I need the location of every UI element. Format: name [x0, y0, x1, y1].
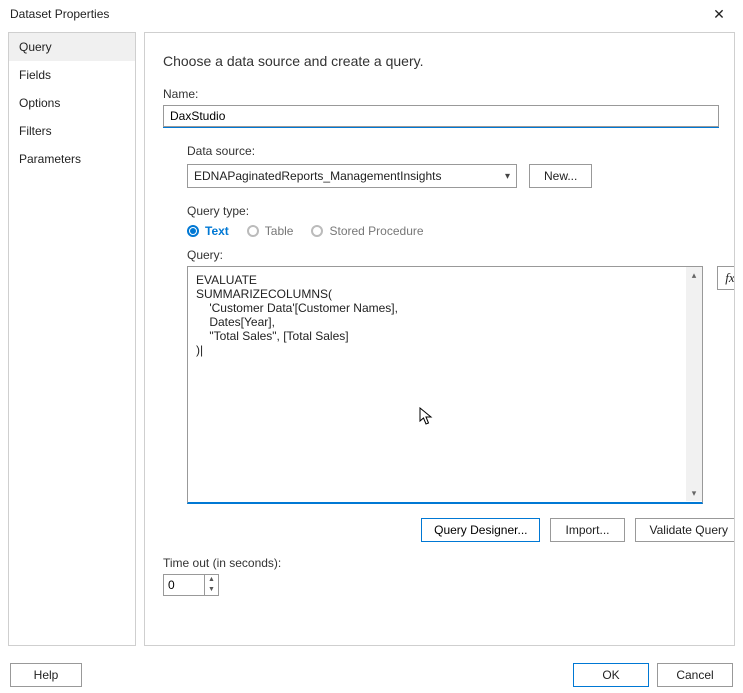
query-type-table-radio[interactable]: Table — [247, 224, 294, 238]
data-source-select[interactable]: EDNAPaginatedReports_ManagementInsights … — [187, 164, 517, 188]
scroll-up-icon[interactable]: ▴ — [686, 267, 702, 283]
radio-label: Text — [205, 224, 229, 238]
query-textarea[interactable]: EVALUATE SUMMARIZECOLUMNS( 'Customer Dat… — [187, 266, 703, 504]
radio-label: Table — [265, 224, 294, 238]
name-label: Name: — [163, 87, 716, 101]
close-icon[interactable]: ✕ — [703, 0, 735, 28]
cancel-button[interactable]: Cancel — [657, 663, 733, 687]
main-panel: Choose a data source and create a query.… — [144, 32, 735, 646]
vertical-scrollbar[interactable]: ▴ ▾ — [686, 267, 702, 501]
sidebar-item-query[interactable]: Query — [9, 33, 135, 61]
scroll-down-icon[interactable]: ▾ — [686, 485, 702, 501]
radio-icon — [187, 225, 199, 237]
timeout-down-icon[interactable]: ▼ — [205, 585, 218, 595]
panel-heading: Choose a data source and create a query. — [163, 53, 716, 69]
data-source-selected-text: EDNAPaginatedReports_ManagementInsights — [194, 169, 441, 183]
chevron-down-icon: ▾ — [505, 171, 510, 182]
query-type-label: Query type: — [187, 204, 716, 218]
sidebar-item-fields[interactable]: Fields — [9, 61, 135, 89]
query-type-radio-group: Text Table Stored Procedure — [187, 224, 716, 238]
sidebar-item-filters[interactable]: Filters — [9, 117, 135, 145]
sidebar-item-parameters[interactable]: Parameters — [9, 145, 135, 173]
sidebar: Query Fields Options Filters Parameters — [8, 32, 136, 646]
radio-label: Stored Procedure — [329, 224, 423, 238]
query-label: Query: — [187, 248, 716, 262]
radio-icon — [311, 225, 323, 237]
radio-icon — [247, 225, 259, 237]
validate-query-button[interactable]: Validate Query — [635, 518, 736, 542]
query-type-text-radio[interactable]: Text — [187, 224, 229, 238]
sidebar-item-options[interactable]: Options — [9, 89, 135, 117]
timeout-input[interactable] — [164, 575, 204, 595]
help-button[interactable]: Help — [10, 663, 82, 687]
query-type-storedproc-radio[interactable]: Stored Procedure — [311, 224, 423, 238]
title-bar: Dataset Properties ✕ — [0, 0, 743, 28]
expression-builder-button[interactable]: fx — [717, 266, 735, 290]
timeout-spinner[interactable]: ▲ ▼ — [163, 574, 219, 596]
dialog-footer: Help OK Cancel — [0, 657, 743, 693]
window-title: Dataset Properties — [10, 7, 109, 21]
new-data-source-button[interactable]: New... — [529, 164, 592, 188]
timeout-up-icon[interactable]: ▲ — [205, 575, 218, 585]
timeout-label: Time out (in seconds): — [163, 556, 716, 570]
query-designer-button[interactable]: Query Designer... — [421, 518, 540, 542]
name-input[interactable] — [163, 105, 719, 127]
ok-button[interactable]: OK — [573, 663, 649, 687]
content-area: Query Fields Options Filters Parameters … — [0, 28, 743, 654]
import-button[interactable]: Import... — [550, 518, 624, 542]
data-source-label: Data source: — [187, 144, 716, 158]
